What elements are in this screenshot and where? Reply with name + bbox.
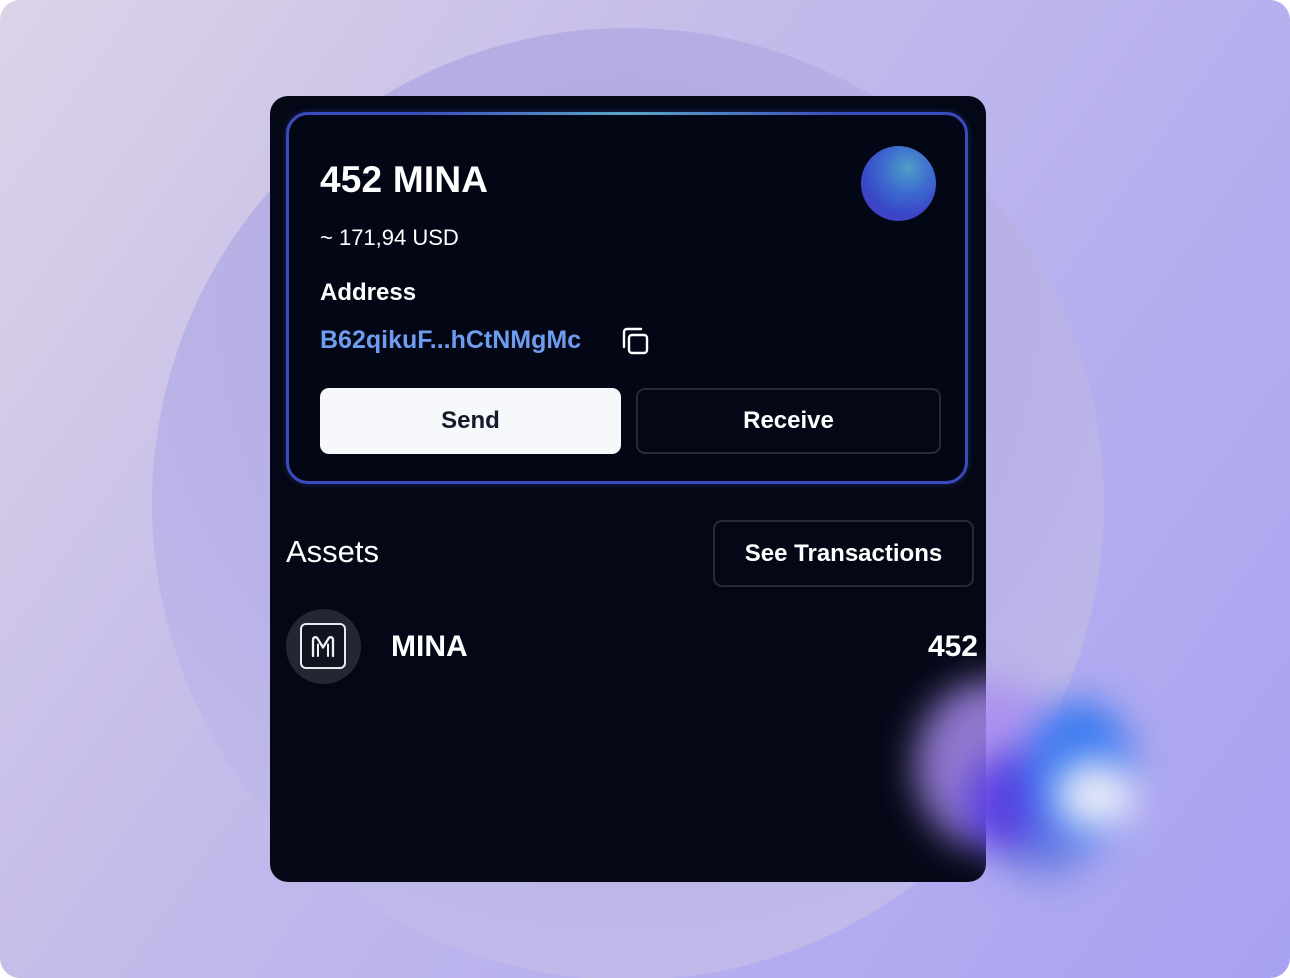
account-avatar[interactable] [861,146,936,221]
see-transactions-button[interactable]: See Transactions [713,520,974,587]
assets-heading: Assets [286,534,380,569]
address-value[interactable]: B62qikuF...hCtNMgMc [320,326,581,355]
wallet-panel: 452 MINA ~ 171,94 USD Address B62qikuF..… [270,96,986,882]
asset-name: MINA [391,630,468,663]
mina-logo-icon [286,609,361,684]
copy-icon[interactable] [620,326,650,356]
page-background: 452 MINA ~ 171,94 USD Address B62qikuF..… [0,0,1290,978]
balance-amount: 452 MINA [320,159,489,200]
address-label: Address [320,279,417,306]
balance-card: 452 MINA ~ 171,94 USD Address B62qikuF..… [286,112,968,484]
asset-row-mina[interactable]: MINA 452 [286,609,986,685]
receive-button[interactable]: Receive [636,388,941,454]
asset-amount: 452 [927,630,978,663]
fiat-value: ~ 171,94 USD [320,225,459,250]
send-button[interactable]: Send [320,388,621,454]
